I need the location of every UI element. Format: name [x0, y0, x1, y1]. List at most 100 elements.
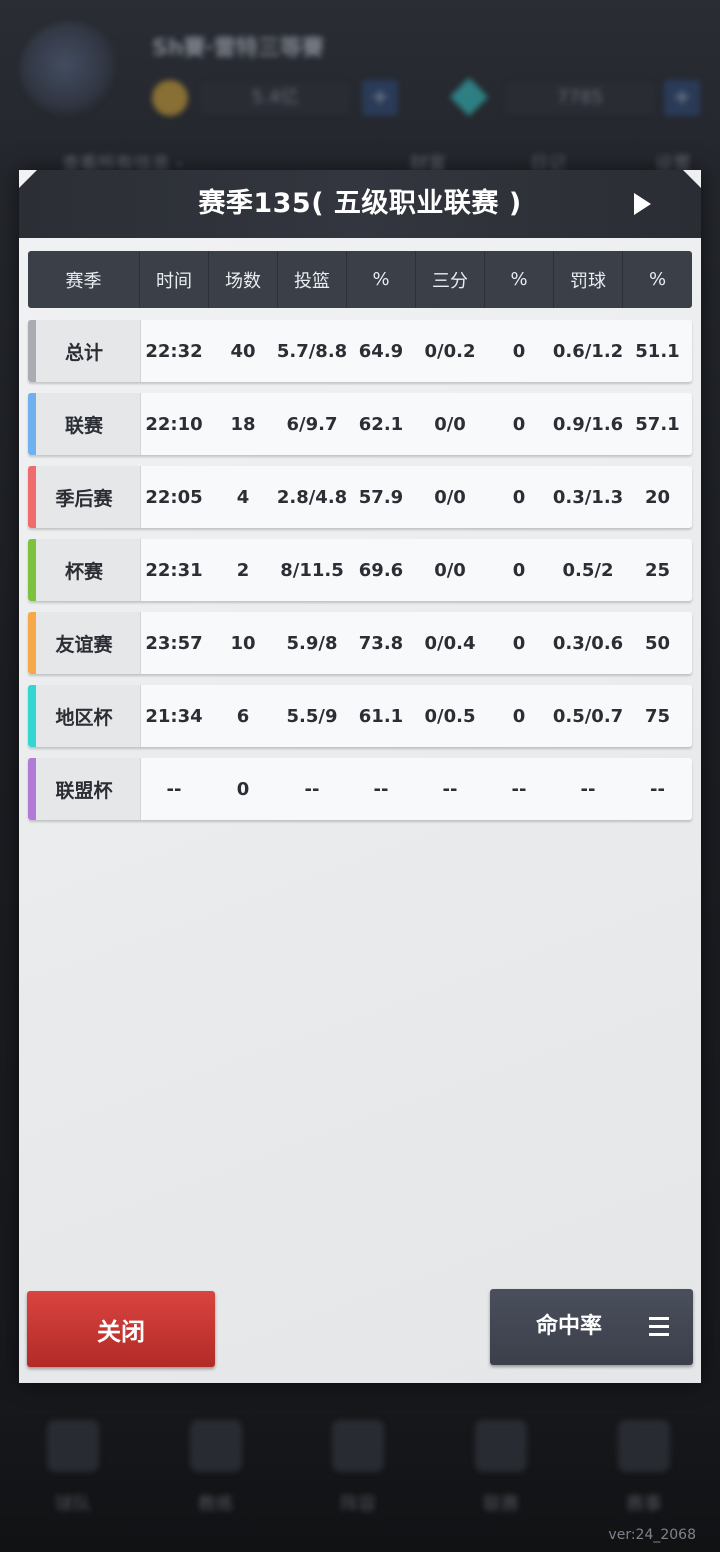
cell-fg-pct: 69.6	[358, 559, 404, 581]
cell-games: 40	[230, 340, 256, 362]
cell-time: 22:31	[145, 559, 203, 581]
team-logo	[20, 22, 120, 117]
cell-fg-pct: --	[373, 778, 389, 800]
cell-fg: 5.7/8.8	[276, 340, 348, 362]
cell-3pt: 0/0	[434, 413, 466, 435]
bg-tab: 球队	[33, 1420, 113, 1520]
cell-ft-pct: 75	[644, 705, 671, 727]
tab-icon	[332, 1420, 384, 1472]
tab-label: 赛事	[626, 1494, 662, 1515]
cell-time: --	[166, 778, 182, 800]
table-row[interactable]: 联盟杯 -- 0 -- -- -- -- -- --	[28, 758, 692, 820]
stats-table: 赛季 时间 场数 投篮 % 三分 % 罚球 % 总计 22:32 40 5.7/8.8…	[28, 251, 692, 820]
add-gem-icon: +	[664, 80, 700, 116]
cell-fg: 5.5/9	[286, 705, 338, 727]
tab-label: 联赛	[483, 1494, 519, 1515]
tab-label: 阵容	[340, 1494, 376, 1515]
cell-games: 18	[230, 413, 256, 435]
season-stats-dialog: 赛季135( 五级职业联赛 ) 赛季 时间 场数 投篮 % 三分 % 罚球 % …	[19, 170, 701, 1383]
cell-ft: 0.5/0.7	[552, 705, 624, 727]
cell-ft-pct: 50	[644, 632, 671, 654]
sort-by-button[interactable]: 命中率	[490, 1289, 693, 1365]
cell-games: 2	[236, 559, 250, 581]
cell-3pt-pct: --	[511, 778, 527, 800]
row-competition-label: 地区杯	[55, 706, 113, 729]
col-header-3pt[interactable]: 三分	[416, 251, 485, 308]
table-row[interactable]: 总计 22:32 40 5.7/8.8 64.9 0/0.2 0 0.6/1.2 51.1	[28, 320, 692, 382]
add-coin-icon: +	[362, 80, 398, 116]
col-header-fg-pct[interactable]: %	[347, 251, 416, 308]
cell-ft: 0.3/0.6	[552, 632, 624, 654]
cell-games: 4	[236, 486, 250, 508]
menu-icon	[649, 1317, 669, 1337]
cell-fg: --	[304, 778, 320, 800]
row-competition-label: 杯赛	[64, 560, 103, 583]
table-row[interactable]: 季后赛 22:05 4 2.8/4.8 57.9 0/0 0 0.3/1.3 20	[28, 466, 692, 528]
cell-fg: 6/9.7	[286, 413, 338, 435]
cell-ft-pct: 25	[644, 559, 671, 581]
table-row[interactable]: 友谊赛 23:57 10 5.9/8 73.8 0/0.4 0 0.3/0.6 50	[28, 612, 692, 674]
gem-value: 7785	[505, 82, 655, 114]
table-body: 总计 22:32 40 5.7/8.8 64.9 0/0.2 0 0.6/1.2 51.1 联赛 2…	[28, 320, 692, 820]
cell-time: 22:10	[145, 413, 203, 435]
col-header-season[interactable]: 赛季	[28, 251, 140, 308]
cell-3pt: 0/0	[434, 559, 466, 581]
table-row[interactable]: 联赛 22:10 18 6/9.7 62.1 0/0 0 0.9/1.6 57.1	[28, 393, 692, 455]
cell-games: 6	[236, 705, 250, 727]
sort-by-label: 命中率	[536, 1314, 603, 1339]
bg-team-title: Sh賽·雷特三等賽	[152, 36, 324, 61]
cell-ft: --	[580, 778, 596, 800]
gem-icon	[449, 77, 489, 117]
bg-tab: 教练	[176, 1420, 256, 1520]
cell-fg-pct: 73.8	[358, 632, 404, 654]
version-label: ver:24_2068	[608, 1527, 696, 1543]
cell-3pt: 0/0.2	[424, 340, 476, 362]
col-header-games[interactable]: 场数	[209, 251, 278, 308]
next-season-arrow-icon[interactable]	[634, 193, 651, 215]
row-competition-label: 友谊赛	[55, 633, 113, 656]
cell-fg-pct: 61.1	[358, 705, 404, 727]
table-row[interactable]: 杯赛 22:31 2 8/11.5 69.6 0/0 0 0.5/2 25	[28, 539, 692, 601]
table-row[interactable]: 地区杯 21:34 6 5.5/9 61.1 0/0.5 0 0.5/0.7 75	[28, 685, 692, 747]
cell-fg-pct: 62.1	[358, 413, 404, 435]
cell-3pt-pct: 0	[512, 340, 526, 362]
bg-tab: 阵容	[318, 1420, 398, 1520]
col-header-ft-pct[interactable]: %	[623, 251, 692, 308]
cell-ft-pct: --	[650, 778, 665, 800]
dialog-title: 赛季135( 五级职业联赛 )	[198, 188, 522, 219]
tab-icon	[618, 1420, 670, 1472]
tab-icon	[47, 1420, 99, 1472]
col-header-3pt-pct[interactable]: %	[485, 251, 554, 308]
cell-ft: 0.5/2	[562, 559, 614, 581]
cell-time: 21:34	[145, 705, 203, 727]
row-competition-label: 总计	[64, 341, 103, 364]
cell-fg-pct: 57.9	[358, 486, 404, 508]
coin-icon	[152, 80, 188, 116]
cell-3pt-pct: 0	[512, 559, 526, 581]
cell-fg: 5.9/8	[286, 632, 338, 654]
row-competition-label: 联盟杯	[55, 779, 113, 802]
cell-3pt: 0/0.4	[424, 632, 476, 654]
bg-tab: 赛事	[604, 1420, 684, 1520]
row-competition-label: 季后赛	[55, 487, 113, 510]
cell-3pt-pct: 0	[512, 413, 526, 435]
coin-value: 5.4亿	[200, 82, 350, 114]
bg-tab: 联赛	[461, 1420, 541, 1520]
cell-fg: 8/11.5	[280, 559, 344, 581]
cell-3pt: 0/0	[434, 486, 466, 508]
tab-icon	[475, 1420, 527, 1472]
cell-ft-pct: 57.1	[635, 413, 680, 435]
col-header-ft[interactable]: 罚球	[554, 251, 623, 308]
row-competition-label: 联赛	[64, 414, 103, 437]
col-header-time[interactable]: 时间	[140, 251, 209, 308]
tab-icon	[190, 1420, 242, 1472]
cell-fg-pct: 64.9	[358, 340, 404, 362]
cell-fg: 2.8/4.8	[276, 486, 348, 508]
cell-ft: 0.6/1.2	[552, 340, 624, 362]
cell-3pt: --	[442, 778, 458, 800]
tab-label: 球队	[55, 1494, 91, 1515]
close-button[interactable]: 关闭	[27, 1291, 215, 1367]
table-header: 赛季 时间 场数 投篮 % 三分 % 罚球 %	[28, 251, 692, 308]
cell-time: 22:05	[145, 486, 203, 508]
col-header-fg[interactable]: 投篮	[278, 251, 347, 308]
